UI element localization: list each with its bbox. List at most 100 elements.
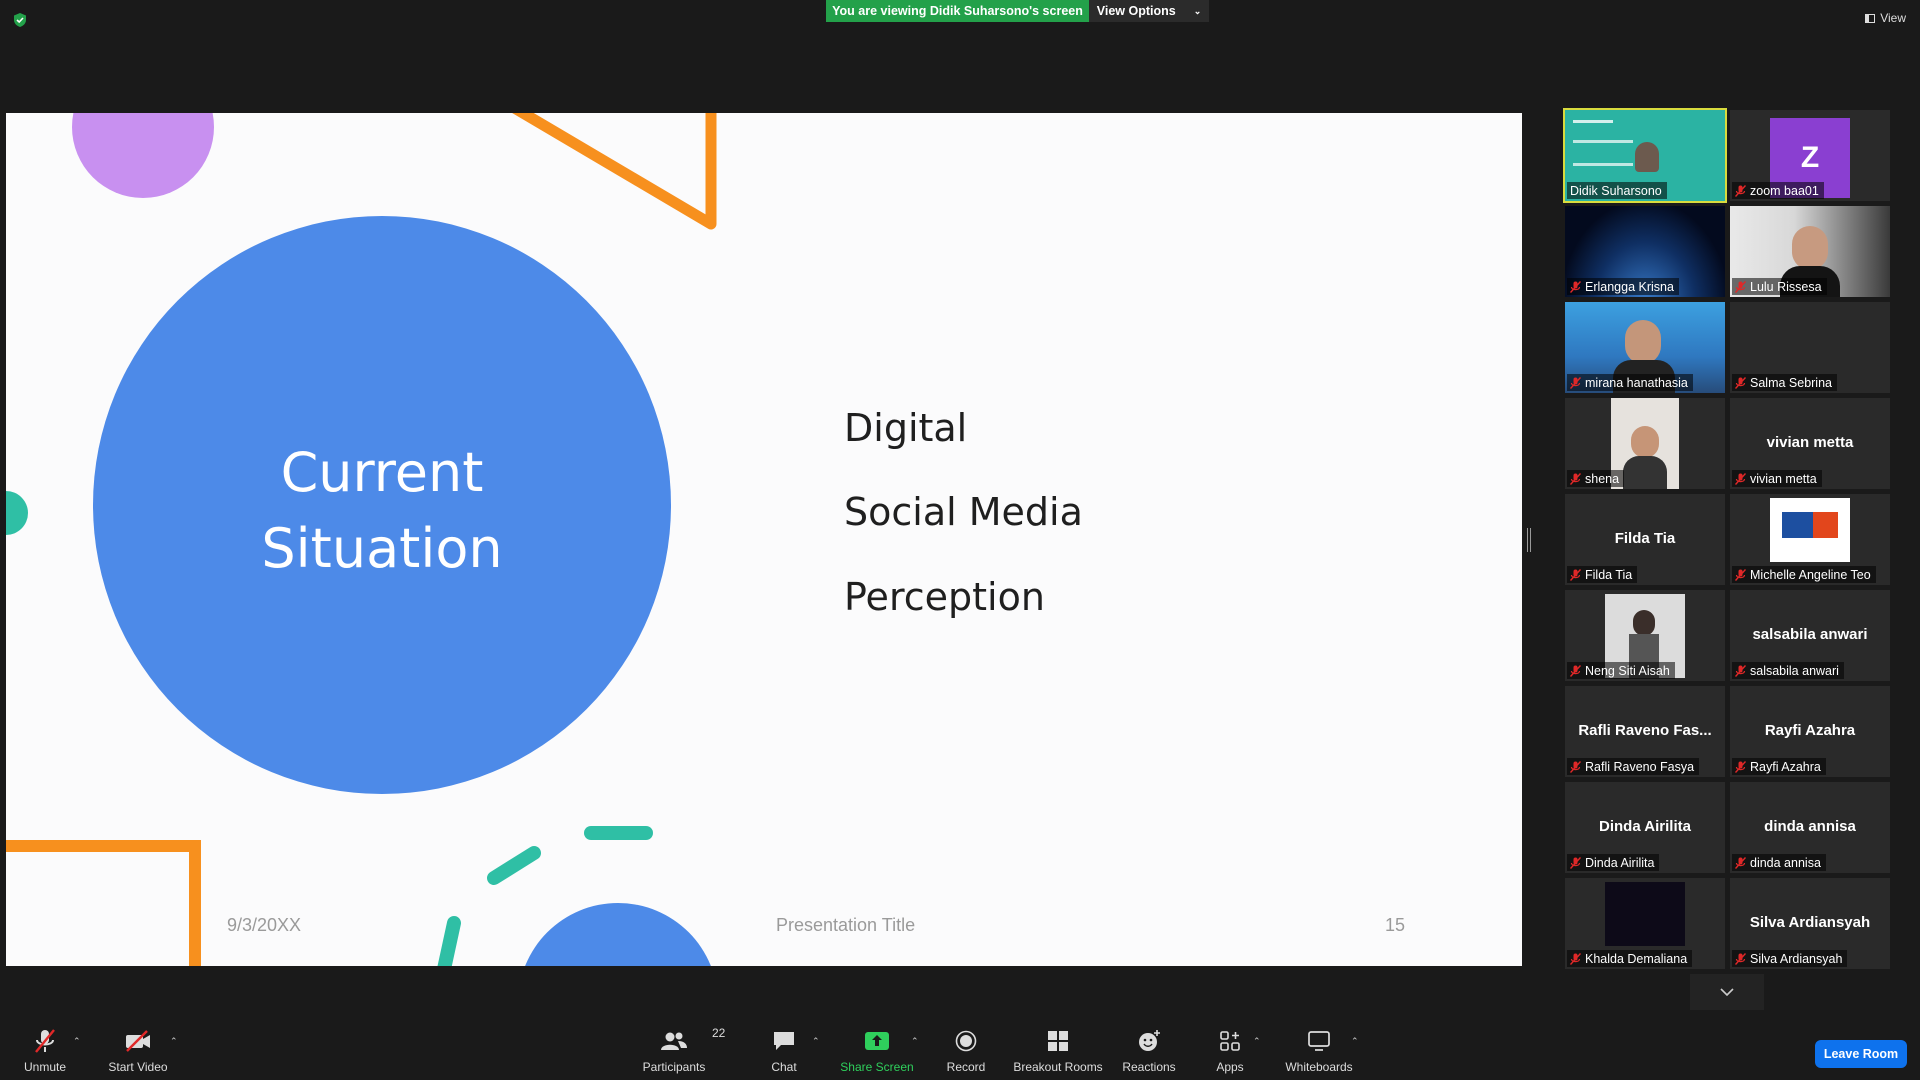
participant-tile[interactable]: Dinda Airilita Dinda Airilita	[1565, 782, 1725, 873]
participant-name: mirana hanathasia	[1585, 375, 1688, 390]
participant-name: Salma Sebrina	[1750, 375, 1832, 390]
audio-options-caret-icon[interactable]: ⌃	[73, 1036, 81, 1047]
slide-page-number: 15	[1385, 915, 1406, 935]
participant-tile[interactable]: Zzoom baa01	[1730, 110, 1890, 201]
participant-display-name: Silva Ardiansyah	[1749, 914, 1871, 931]
participant-name-label: Filda Tia	[1567, 566, 1638, 583]
whiteboards-label: Whiteboards	[1285, 1060, 1353, 1074]
chat-options-caret-icon[interactable]: ⌃	[812, 1036, 820, 1047]
participant-tile[interactable]: shena	[1565, 398, 1725, 489]
participant-tile[interactable]: mirana hanathasia	[1565, 302, 1725, 393]
participant-tile[interactable]: Silva Ardiansyah Silva Ardiansyah	[1730, 878, 1890, 969]
microphone-muted-icon	[1569, 472, 1582, 485]
participant-tile[interactable]: Filda Tia Filda Tia	[1565, 494, 1725, 585]
microphone-muted-icon	[33, 1028, 57, 1054]
participant-name: salsabila anwari	[1750, 663, 1839, 678]
gallery-scroll-down-button[interactable]	[1690, 974, 1764, 1010]
participant-display-name: Filda Tia	[1614, 530, 1676, 547]
participant-name-label: shena	[1567, 470, 1625, 487]
chevron-down-icon	[1720, 988, 1734, 996]
view-layout-button[interactable]: View	[1865, 11, 1906, 25]
share-screen-icon	[864, 1028, 890, 1054]
participant-name-label: vivian metta	[1732, 470, 1822, 487]
view-options-button[interactable]: View Options ⌄	[1089, 0, 1209, 22]
participant-tile[interactable]: salsabila anwari salsabila anwari	[1730, 590, 1890, 681]
participant-name: Didik Suharsono	[1570, 183, 1662, 198]
record-button[interactable]: Record	[921, 1028, 1011, 1076]
microphone-muted-icon	[1569, 280, 1582, 293]
participant-tile[interactable]: Lulu Rissesa	[1730, 206, 1890, 297]
participant-tile[interactable]: Salma Sebrina	[1730, 302, 1890, 393]
participant-name: Lulu Rissesa	[1750, 279, 1822, 294]
participant-display-name: Rafli Raveno Fas...	[1578, 722, 1712, 739]
participant-name-label: Dinda Airilita	[1567, 854, 1660, 871]
whiteboards-options-caret-icon[interactable]: ⌃	[1351, 1036, 1359, 1047]
participant-name: vivian metta	[1750, 471, 1817, 486]
participant-tile[interactable]: Khalda Demaliana	[1565, 878, 1725, 969]
microphone-muted-icon	[1734, 472, 1747, 485]
microphone-muted-icon	[1569, 376, 1582, 389]
slide-item-digital: Digital	[844, 406, 968, 450]
chat-icon	[772, 1028, 796, 1054]
layout-icon	[1865, 13, 1876, 23]
microphone-muted-icon	[1569, 664, 1582, 677]
shared-screen-slide: Current Situation Digital Social Media P…	[6, 113, 1522, 966]
slide-footer-date: 9/3/20XX	[227, 915, 302, 935]
apps-icon	[1219, 1028, 1241, 1054]
participant-name: Michelle Angeline Teo	[1750, 567, 1871, 582]
circle-title: Current Situation	[92, 435, 672, 587]
participants-button[interactable]: 22 Participants	[629, 1026, 726, 1076]
participant-tile[interactable]: vivian metta vivian metta	[1730, 398, 1890, 489]
security-shield-icon[interactable]	[12, 12, 28, 28]
participant-display-name: Dinda Airilita	[1599, 818, 1691, 835]
participant-tile[interactable]: dinda annisa dinda annisa	[1730, 782, 1890, 873]
breakout-rooms-label: Breakout Rooms	[1013, 1060, 1103, 1074]
apps-options-caret-icon[interactable]: ⌃	[1253, 1036, 1261, 1047]
participant-name-label: zoom baa01	[1732, 182, 1824, 199]
microphone-muted-icon	[1734, 760, 1747, 773]
record-icon	[955, 1028, 977, 1054]
microphone-muted-icon	[1734, 664, 1747, 677]
chevron-down-icon: ⌄	[1193, 5, 1202, 16]
participant-tile[interactable]: Rayfi Azahra Rayfi Azahra	[1730, 686, 1890, 777]
share-screen-button[interactable]: Share Screen	[832, 1028, 922, 1076]
university-logo-image	[1770, 498, 1850, 562]
share-screen-label: Share Screen	[840, 1060, 914, 1074]
apps-button[interactable]: Apps	[1185, 1028, 1275, 1076]
microphone-muted-icon	[1734, 184, 1747, 197]
participant-display-name: dinda annisa	[1764, 818, 1856, 835]
leave-room-button[interactable]: Leave Room	[1815, 1040, 1907, 1068]
microphone-muted-icon	[1734, 280, 1747, 293]
participant-tile[interactable]: Neng Siti Aisah	[1565, 590, 1725, 681]
reactions-button[interactable]: Reactions	[1104, 1028, 1194, 1076]
participant-video	[1605, 882, 1685, 946]
participant-tile[interactable]: Rafli Raveno Fas... Rafli Raveno Fasya	[1565, 686, 1725, 777]
participant-name-label: Rafli Raveno Fasya	[1567, 758, 1700, 775]
unmute-label: Unmute	[23, 1060, 67, 1074]
participant-tile[interactable]: Didik Suharsono	[1563, 108, 1727, 203]
microphone-muted-icon	[1569, 952, 1582, 965]
slide-item-social-media: Social Media	[844, 490, 1083, 534]
panel-resize-handle[interactable]	[1527, 528, 1531, 552]
participant-tile[interactable]: Erlangga Krisna	[1565, 206, 1725, 297]
microphone-muted-icon	[1734, 856, 1747, 869]
microphone-muted-icon	[1734, 568, 1747, 581]
participant-name: Silva Ardiansyah	[1750, 951, 1843, 966]
share-options-caret-icon[interactable]: ⌃	[911, 1036, 919, 1047]
participant-name: Rayfi Azahra	[1750, 759, 1821, 774]
reactions-icon	[1137, 1028, 1161, 1054]
apps-label: Apps	[1216, 1060, 1244, 1074]
participant-name: Erlangga Krisna	[1585, 279, 1674, 294]
breakout-rooms-button[interactable]: Breakout Rooms	[1013, 1028, 1103, 1076]
participant-tile[interactable]: Michelle Angeline Teo	[1730, 494, 1890, 585]
slide-footer-title: Presentation Title	[776, 915, 916, 935]
video-options-caret-icon[interactable]: ⌃	[170, 1036, 178, 1047]
participant-name-label: Michelle Angeline Teo	[1732, 566, 1876, 583]
participant-name-label: Rayfi Azahra	[1732, 758, 1826, 775]
circle-title-line1: Current	[280, 441, 484, 504]
participant-name-label: Salma Sebrina	[1732, 374, 1837, 391]
whiteboard-icon	[1307, 1028, 1331, 1054]
participant-name: Neng Siti Aisah	[1585, 663, 1670, 678]
participant-name-label: Erlangga Krisna	[1567, 278, 1679, 295]
chat-label: Chat	[771, 1060, 797, 1074]
